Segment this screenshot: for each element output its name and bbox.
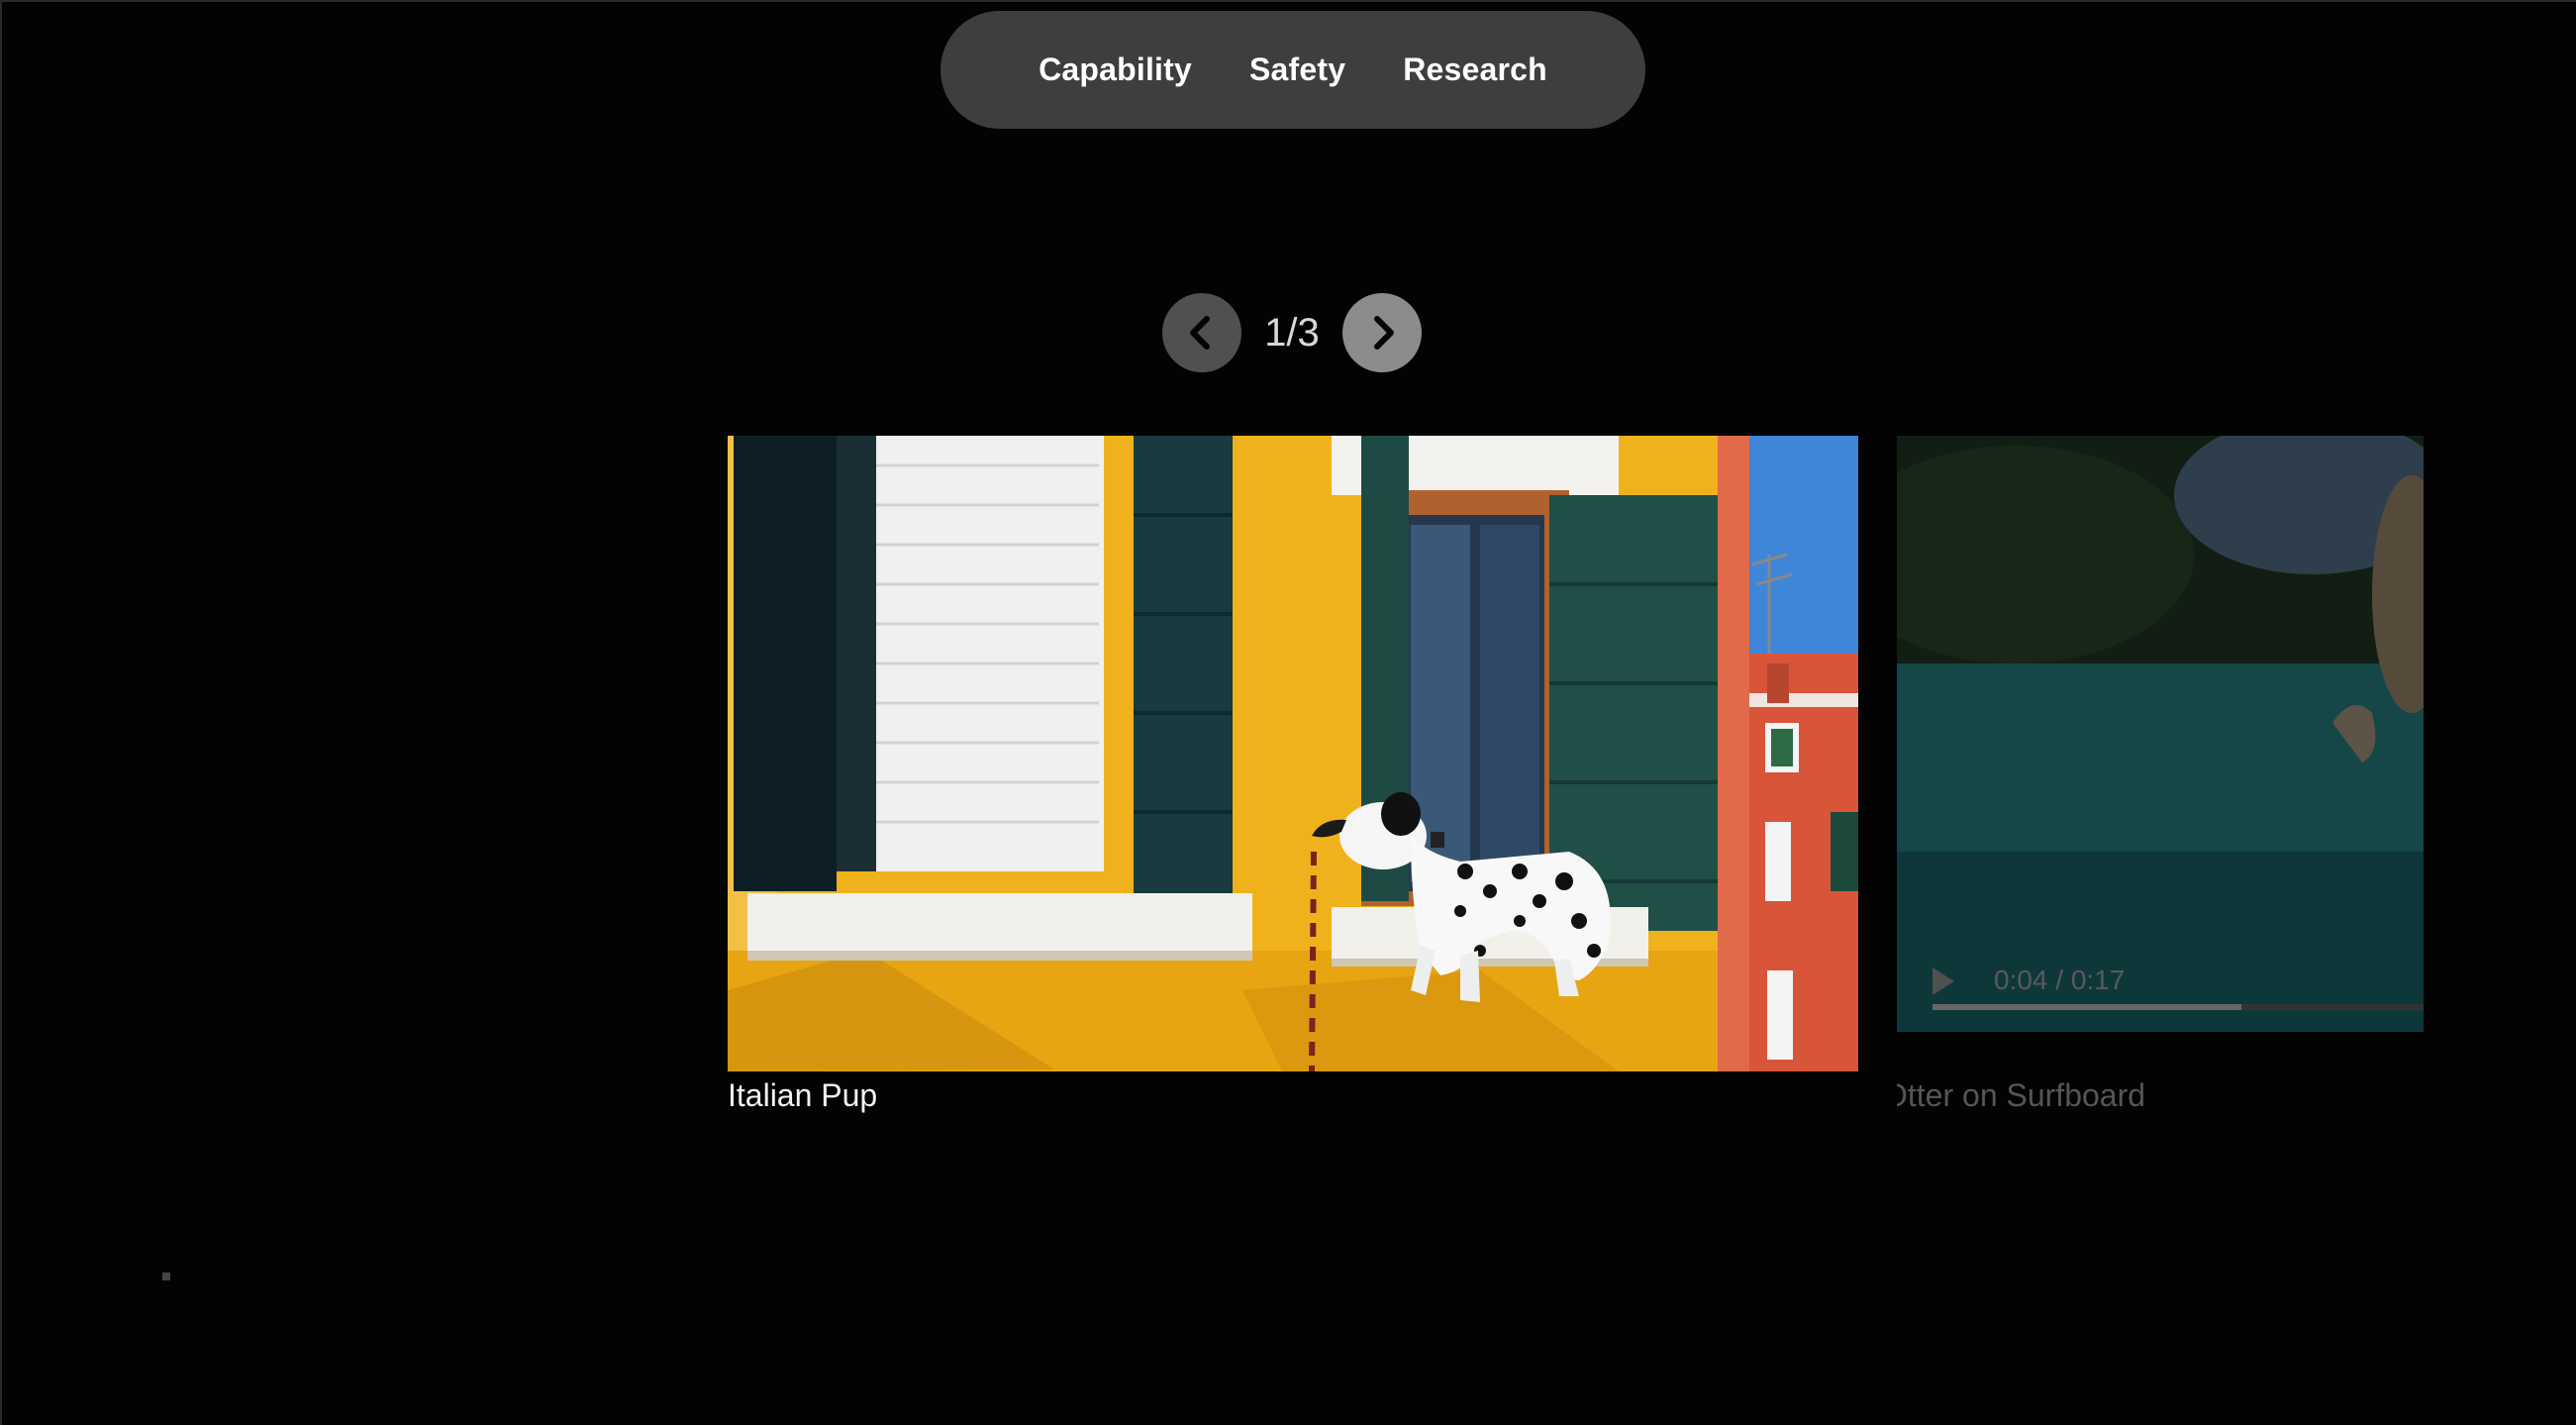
- video-card-italian-pup[interactable]: [728, 436, 1858, 1071]
- play-icon[interactable]: [1932, 967, 1954, 995]
- video-card-otter[interactable]: 0:04 / 0:17: [1897, 436, 2424, 1032]
- chevron-right-icon: [1374, 316, 1394, 350]
- video-controls: 0:04 / 0:17: [1897, 943, 2424, 1032]
- card-caption-otter-text: Otter on Surfboard: [1897, 1077, 2146, 1113]
- next-button[interactable]: [1342, 293, 1422, 372]
- nav-research[interactable]: Research: [1403, 51, 1547, 88]
- page: Capability Safety Research 1/3 Italian P…: [0, 0, 2576, 1425]
- nav-safety[interactable]: Safety: [1249, 51, 1345, 88]
- nav-capability[interactable]: Capability: [1039, 51, 1192, 88]
- video-progress-fill: [1932, 1004, 2242, 1010]
- video-time: 0:04 / 0:17: [1994, 965, 2126, 995]
- italian-pup-video-frame: [728, 436, 1858, 1071]
- top-nav: Capability Safety Research: [941, 11, 1645, 129]
- small-marker: [162, 1272, 170, 1280]
- chevron-left-icon: [1190, 316, 1210, 350]
- card-caption-otter: Otter on Surfboard: [1897, 1077, 2424, 1114]
- carousel-pager: 1/3: [1162, 292, 1422, 373]
- page-counter: 1/3: [1264, 310, 1320, 355]
- video-progress-bar[interactable]: [1932, 1004, 2424, 1010]
- card-caption-italian-pup: Italian Pup: [728, 1077, 878, 1113]
- previous-button[interactable]: [1162, 293, 1241, 372]
